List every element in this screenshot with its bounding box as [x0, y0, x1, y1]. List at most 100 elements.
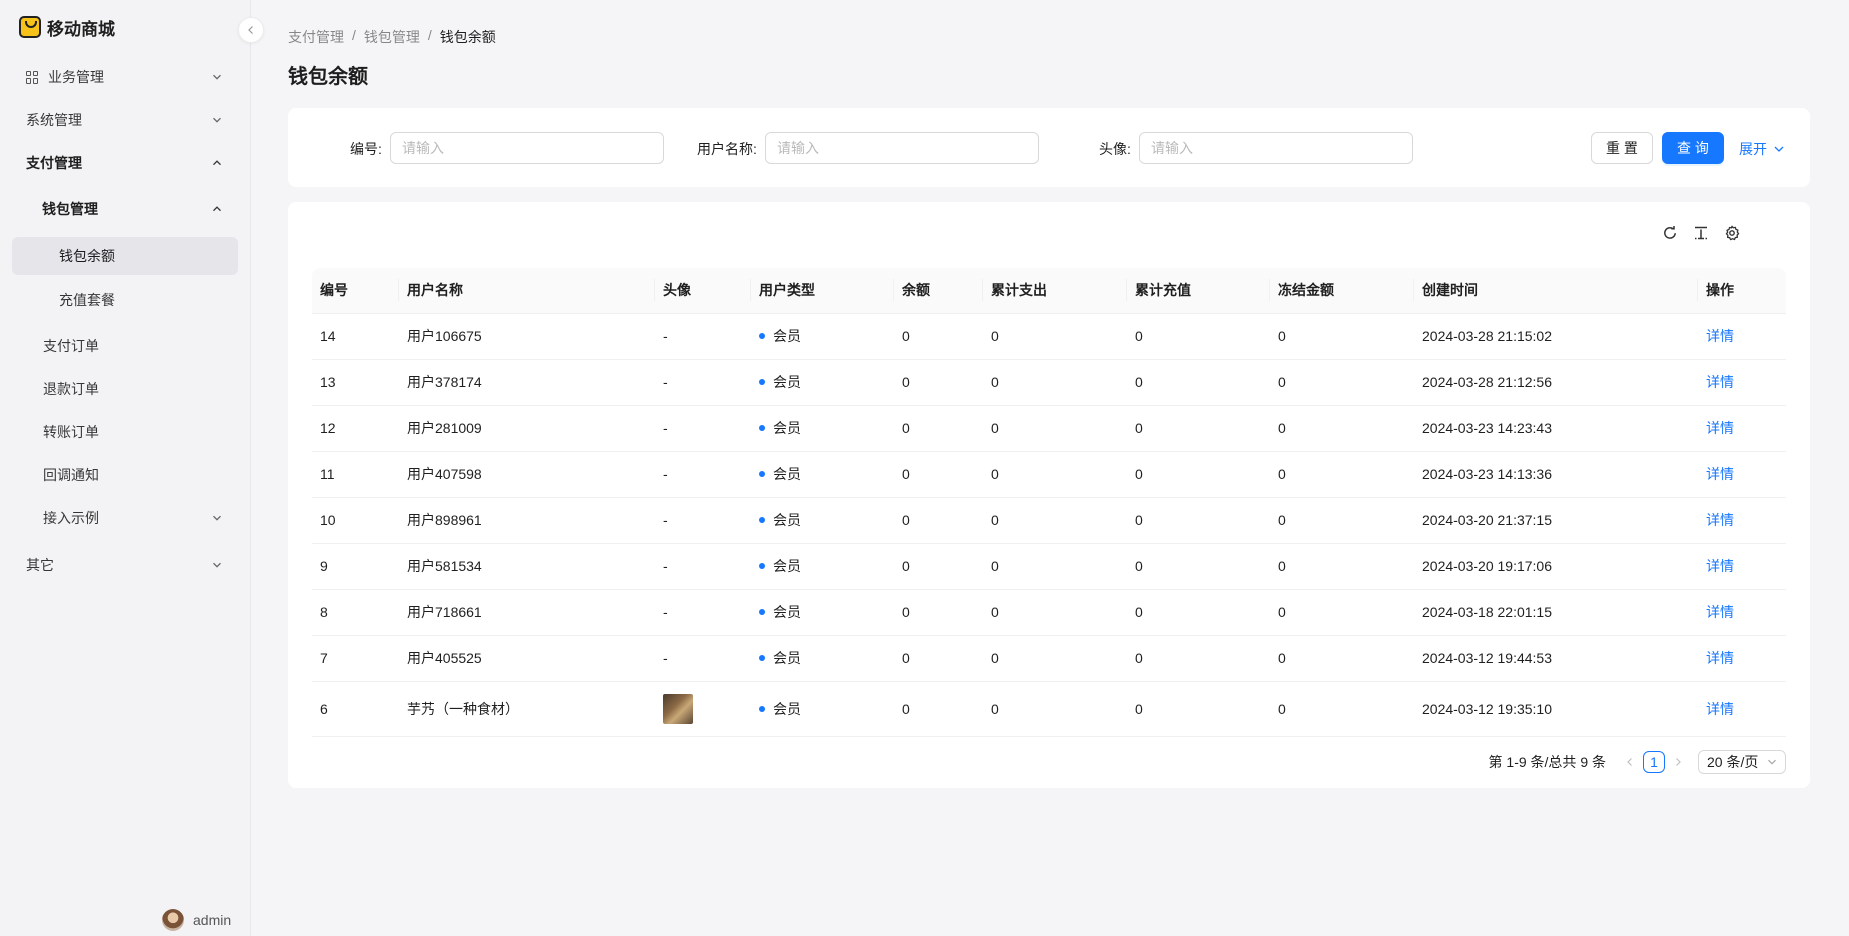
- table-row: 13 用户378174 - 会员 0 0 0 0 2024-03-28 21:1…: [312, 359, 1786, 406]
- sidebar-item-refund-order[interactable]: 退款订单: [12, 370, 238, 408]
- pagination: 第 1-9 条/总共 9 条 1 20 条/页: [1489, 750, 1786, 774]
- cell-username: 用户898961: [399, 497, 655, 544]
- id-field-label: 编号:: [350, 141, 382, 157]
- cell-avatar: -: [655, 405, 751, 452]
- chevron-down-icon: [1768, 759, 1776, 765]
- chevron-down-icon: [210, 70, 224, 84]
- detail-link[interactable]: 详情: [1706, 374, 1734, 390]
- sidebar-item-payment[interactable]: 支付管理: [12, 144, 238, 182]
- table-row: 12 用户281009 - 会员 0 0 0 0 2024-03-23 14:2…: [312, 405, 1786, 452]
- user-menu[interactable]: admin: [162, 909, 231, 931]
- sidebar-item-label: 支付订单: [43, 338, 99, 354]
- sidebar-item-label: 其它: [26, 557, 54, 573]
- setting-icon[interactable]: [1723, 224, 1741, 242]
- user-type-label: 会员: [773, 466, 801, 482]
- table-header-row: 编号 用户名称 头像 用户类型 余额 累计支出 累计充值 冻结金额 创建时间 操…: [312, 268, 1786, 314]
- status-dot-icon: [759, 333, 765, 340]
- column-header-avatar[interactable]: 头像: [655, 268, 751, 314]
- collapse-sidebar-button[interactable]: [238, 17, 264, 43]
- cell-id: 8: [312, 589, 399, 636]
- column-header-total-expense[interactable]: 累计支出: [983, 268, 1127, 314]
- chevron-left-icon: [248, 26, 253, 34]
- breadcrumb: 支付管理 / 钱包管理 / 钱包余额: [288, 27, 496, 47]
- query-button[interactable]: 查 询: [1662, 132, 1724, 164]
- sidebar-item-wallet[interactable]: 钱包管理: [12, 190, 238, 228]
- username-field-label: 用户名称:: [697, 141, 757, 157]
- sidebar-item-demo[interactable]: 接入示例: [12, 499, 238, 537]
- detail-link[interactable]: 详情: [1706, 466, 1734, 482]
- detail-link[interactable]: 详情: [1706, 701, 1734, 717]
- cell-created-time: 2024-03-12 19:35:10: [1414, 681, 1698, 737]
- id-input[interactable]: [390, 132, 664, 164]
- detail-link[interactable]: 详情: [1706, 558, 1734, 574]
- user-type-label: 会员: [773, 650, 801, 666]
- cell-total-recharge: 0: [1127, 681, 1270, 737]
- sidebar-item-business[interactable]: 业务管理: [12, 58, 238, 96]
- sidebar-item-pay-order[interactable]: 支付订单: [12, 327, 238, 365]
- search-form: 编号: 用户名称: 头像: 重 置 查 询 展开: [288, 108, 1810, 187]
- sidebar-item-system[interactable]: 系统管理: [12, 101, 238, 139]
- breadcrumb-item[interactable]: 支付管理: [288, 27, 344, 47]
- column-header-username[interactable]: 用户名称: [399, 268, 655, 314]
- next-page-button[interactable]: [1666, 750, 1690, 774]
- sidebar-item-label: 系统管理: [26, 112, 82, 128]
- detail-link[interactable]: 详情: [1706, 420, 1734, 436]
- detail-link[interactable]: 详情: [1706, 650, 1734, 666]
- column-header-created-time[interactable]: 创建时间: [1414, 268, 1698, 314]
- cell-total-expense: 0: [983, 589, 1127, 636]
- column-height-icon[interactable]: [1692, 224, 1710, 242]
- detail-link[interactable]: 详情: [1706, 328, 1734, 344]
- app-logo[interactable]: 移动商城: [19, 15, 115, 39]
- detail-link[interactable]: 详情: [1706, 512, 1734, 528]
- cell-username: 用户405525: [399, 635, 655, 682]
- sidebar-item-label: 支付管理: [26, 155, 82, 171]
- column-header-balance[interactable]: 余额: [894, 268, 983, 314]
- detail-link[interactable]: 详情: [1706, 604, 1734, 620]
- cell-username: 用户407598: [399, 451, 655, 498]
- sidebar-item-label: 充值套餐: [59, 292, 115, 308]
- column-header-user-type[interactable]: 用户类型: [751, 268, 894, 314]
- column-header-id[interactable]: 编号: [312, 268, 399, 314]
- sidebar-item-callback[interactable]: 回调通知: [12, 456, 238, 494]
- wallet-table: 编号 用户名称 头像 用户类型 余额 累计支出 累计充值 冻结金额 创建时间 操…: [312, 268, 1786, 737]
- cell-total-expense: 0: [983, 635, 1127, 682]
- cell-balance: 0: [894, 451, 983, 498]
- cell-action: 详情: [1698, 543, 1786, 590]
- cell-avatar: -: [655, 313, 751, 360]
- avatar-image[interactable]: [663, 693, 693, 724]
- column-header-frozen[interactable]: 冻结金额: [1270, 268, 1414, 314]
- column-header-total-recharge[interactable]: 累计充值: [1127, 268, 1270, 314]
- status-dot-icon: [759, 609, 765, 616]
- chevron-down-icon: [210, 511, 224, 525]
- page-number-button[interactable]: 1: [1643, 751, 1665, 773]
- breadcrumb-separator: /: [427, 27, 432, 43]
- cell-created-time: 2024-03-12 19:44:53: [1414, 635, 1698, 682]
- cell-balance: 0: [894, 635, 983, 682]
- cell-total-recharge: 0: [1127, 405, 1270, 452]
- user-type-label: 会员: [773, 512, 801, 528]
- sidebar-item-wallet-balance[interactable]: 钱包余额: [12, 237, 238, 275]
- sidebar-item-transfer-order[interactable]: 转账订单: [12, 413, 238, 451]
- prev-page-button[interactable]: [1618, 750, 1642, 774]
- sidebar-item-recharge-package[interactable]: 充值套餐: [12, 281, 238, 319]
- breadcrumb-current: 钱包余额: [439, 29, 496, 45]
- table-row: 14 用户106675 - 会员 0 0 0 0 2024-03-28 21:1…: [312, 313, 1786, 360]
- sidebar-item-label: 钱包管理: [42, 201, 98, 217]
- reload-icon[interactable]: [1661, 224, 1679, 242]
- username: admin: [193, 912, 232, 928]
- cell-avatar: -: [655, 635, 751, 682]
- avatar-input[interactable]: [1139, 132, 1413, 164]
- chevron-up-icon: [210, 202, 224, 216]
- chevron-down-icon: [210, 113, 224, 127]
- cell-frozen: 0: [1270, 359, 1414, 406]
- page-size-select[interactable]: 20 条/页: [1698, 750, 1786, 774]
- username-input[interactable]: [765, 132, 1039, 164]
- cell-user-type: 会员: [751, 497, 894, 544]
- breadcrumb-item[interactable]: 钱包管理: [364, 27, 420, 47]
- expand-link[interactable]: 展开: [1739, 139, 1785, 159]
- cell-user-type: 会员: [751, 451, 894, 498]
- cell-created-time: 2024-03-18 22:01:15: [1414, 589, 1698, 636]
- reset-button[interactable]: 重 置: [1591, 132, 1653, 164]
- sidebar-item-other[interactable]: 其它: [12, 546, 238, 584]
- cell-action: 详情: [1698, 681, 1786, 737]
